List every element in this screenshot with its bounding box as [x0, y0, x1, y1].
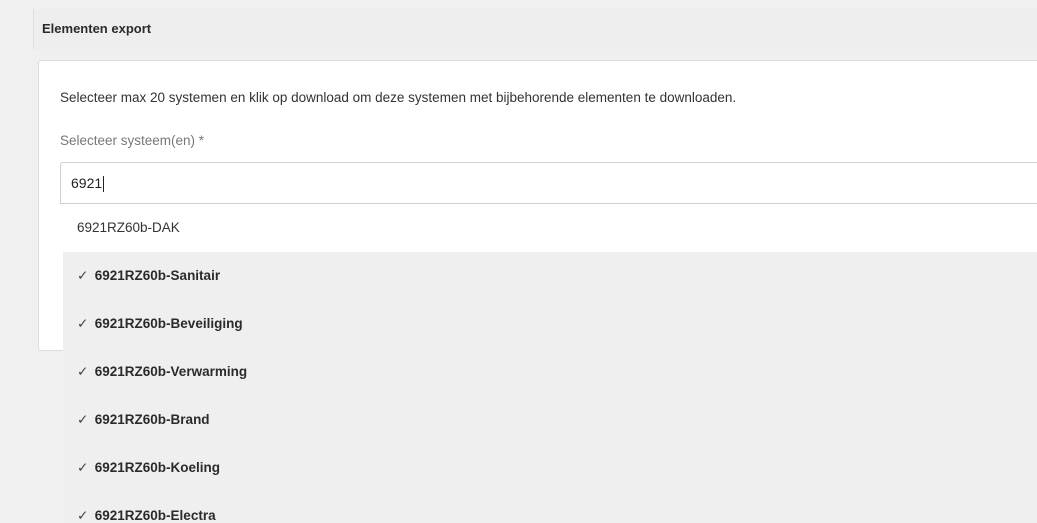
checkmark-icon: ✓ — [77, 460, 89, 475]
checkmark-icon: ✓ — [77, 364, 89, 379]
system-select-label: Selecteer systeem(en) * — [60, 133, 205, 148]
checkmark-icon: ✓ — [77, 268, 89, 283]
dropdown-option[interactable]: 6921RZ60b-DAK — [63, 204, 1037, 252]
option-label: 6921RZ60b-Electra — [94, 508, 216, 523]
option-label: 6921RZ60b-Koeling — [94, 460, 221, 475]
option-label: 6921RZ60b-DAK — [77, 220, 180, 235]
dropdown-option-selected[interactable]: ✓ 6921RZ60b-Sanitair — [63, 252, 1037, 300]
dropdown-option-selected[interactable]: ✓ 6921RZ60b-Electra — [63, 492, 1037, 523]
system-search-input[interactable]: 6921 — [60, 162, 1037, 204]
dropdown-option-selected[interactable]: ✓ 6921RZ60b-Beveiliging — [63, 300, 1037, 348]
page: Elementen export Selecteer max 20 system… — [0, 0, 1037, 523]
dropdown-option-selected[interactable]: ✓ 6921RZ60b-Koeling — [63, 444, 1037, 492]
checkmark-icon: ✓ — [77, 316, 89, 331]
text-caret — [103, 176, 105, 193]
system-dropdown-list: 6921RZ60b-DAK ✓ 6921RZ60b-Sanitair ✓ 692… — [63, 204, 1037, 523]
checkmark-icon: ✓ — [77, 508, 89, 523]
panel-title: Elementen export — [33, 9, 1037, 49]
search-input-value: 6921 — [71, 175, 103, 191]
option-label: 6921RZ60b-Beveiliging — [94, 316, 243, 331]
intro-text: Selecteer max 20 systemen en klik op dow… — [60, 90, 737, 105]
option-label: 6921RZ60b-Brand — [94, 412, 210, 427]
option-label: 6921RZ60b-Verwarming — [94, 364, 248, 379]
dropdown-option-selected[interactable]: ✓ 6921RZ60b-Brand — [63, 396, 1037, 444]
dropdown-option-selected[interactable]: ✓ 6921RZ60b-Verwarming — [63, 348, 1037, 396]
option-label: 6921RZ60b-Sanitair — [94, 268, 221, 283]
checkmark-icon: ✓ — [77, 412, 89, 427]
